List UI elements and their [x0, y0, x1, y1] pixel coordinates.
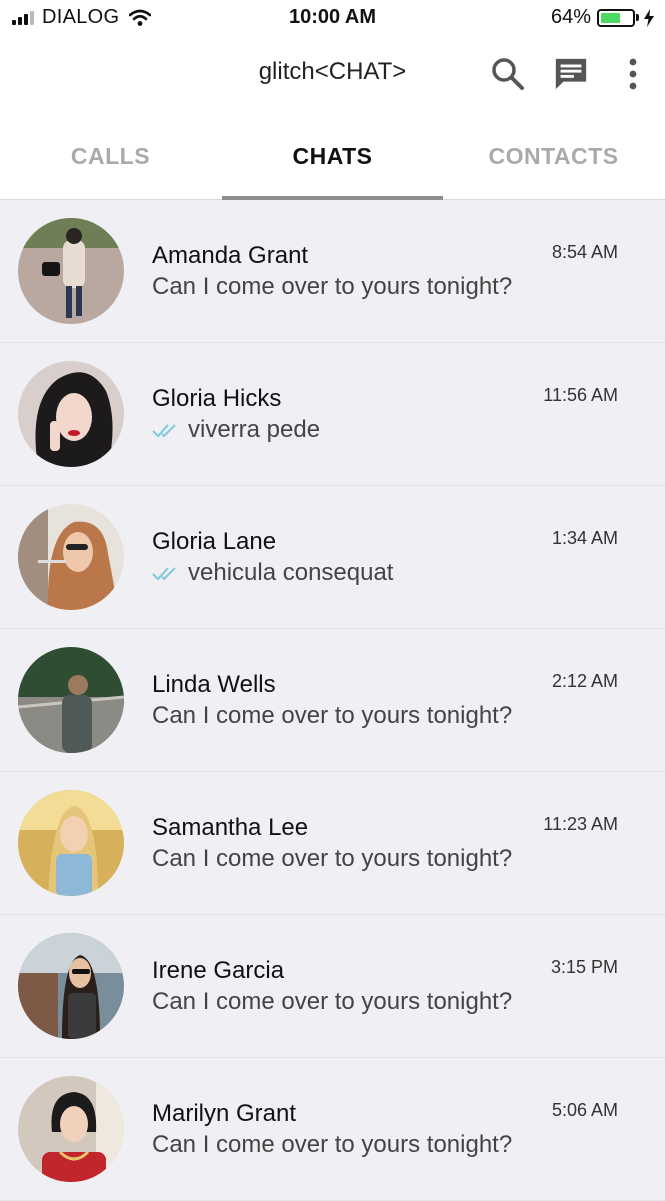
chat-row[interactable]: Gloria Lane 1:34 AM vehicula consequat: [0, 486, 665, 629]
message-time: 11:56 AM: [543, 385, 618, 405]
chat-row[interactable]: Gloria Hicks 11:56 AM viverra pede: [0, 343, 665, 486]
more-vert-icon[interactable]: [615, 56, 651, 92]
preview-text: Can I come over to yours tonight?: [152, 702, 513, 729]
avatar: [18, 504, 124, 610]
app-header: glitch<CHAT>: [0, 38, 665, 112]
preview-text: Can I come over to yours tonight?: [152, 988, 513, 1015]
battery-tip: [636, 14, 639, 21]
preview-text: Can I come over to yours tonight?: [152, 1131, 513, 1158]
tab-calls[interactable]: CALLS: [0, 112, 221, 200]
message-preview: vehicula consequat: [152, 559, 393, 587]
battery-fill: [601, 12, 621, 23]
message-time: 1:34 AM: [551, 528, 618, 548]
contact-name: Gloria Lane: [152, 528, 277, 555]
chat-row[interactable]: Marilyn Grant 5:06 AM Can I come over to…: [0, 1058, 665, 1201]
contact-name: Samantha Lee: [152, 814, 309, 841]
message-time: 3:15 PM: [550, 957, 618, 977]
message-preview: Can I come over to yours tonight?: [152, 845, 512, 873]
preview-text: Can I come over to yours tonight?: [152, 273, 513, 300]
double-check-icon: [152, 424, 176, 438]
avatar: [18, 790, 124, 896]
contact-name: Amanda Grant: [152, 242, 309, 269]
message-preview: viverra pede: [152, 416, 320, 444]
avatar: [18, 933, 124, 1039]
preview-text: viverra pede: [188, 416, 321, 443]
tab-chats[interactable]: CHATS: [222, 112, 443, 200]
message-time: 5:06 AM: [551, 1100, 618, 1120]
message-time: 2:12 AM: [551, 671, 618, 691]
tab-bar: CALLS CHATS CONTACTS: [0, 112, 665, 200]
new-message-icon[interactable]: [553, 56, 589, 92]
avatar: [18, 218, 124, 324]
contact-name: Marilyn Grant: [152, 1100, 297, 1127]
avatar: [18, 1076, 124, 1182]
search-icon[interactable]: [490, 56, 526, 92]
message-preview: Can I come over to yours tonight?: [152, 1131, 512, 1159]
contact-name: Irene Garcia: [152, 957, 285, 984]
status-bar: DIALOG 10:00 AM 64%: [0, 0, 665, 38]
chat-row[interactable]: Samantha Lee 11:23 AM Can I come over to…: [0, 772, 665, 915]
double-check-icon: [152, 567, 176, 581]
battery-icon: [597, 8, 635, 27]
message-time: 8:54 AM: [551, 242, 618, 262]
chat-row[interactable]: Linda Wells 2:12 AM Can I come over to y…: [0, 629, 665, 772]
battery-percent: 64%: [550, 6, 591, 28]
charging-bolt-icon: [644, 8, 654, 27]
tab-contacts[interactable]: CONTACTS: [443, 112, 664, 200]
message-preview: Can I come over to yours tonight?: [152, 988, 512, 1016]
message-preview: Can I come over to yours tonight?: [152, 273, 512, 301]
message-preview: Can I come over to yours tonight?: [152, 702, 512, 730]
chat-list: Amanda Grant 8:54 AM Can I come over to …: [0, 200, 665, 1201]
status-right: 64%: [551, 6, 655, 29]
chat-row[interactable]: Amanda Grant 8:54 AM Can I come over to …: [0, 200, 665, 343]
message-time: 11:23 AM: [543, 814, 618, 834]
avatar: [18, 361, 124, 467]
chat-row[interactable]: Irene Garcia 3:15 PM Can I come over to …: [0, 915, 665, 1058]
contact-name: Linda Wells: [152, 671, 276, 698]
avatar: [18, 647, 124, 753]
contact-name: Gloria Hicks: [152, 385, 282, 412]
preview-text: Can I come over to yours tonight?: [152, 845, 513, 872]
preview-text: vehicula consequat: [188, 559, 394, 586]
